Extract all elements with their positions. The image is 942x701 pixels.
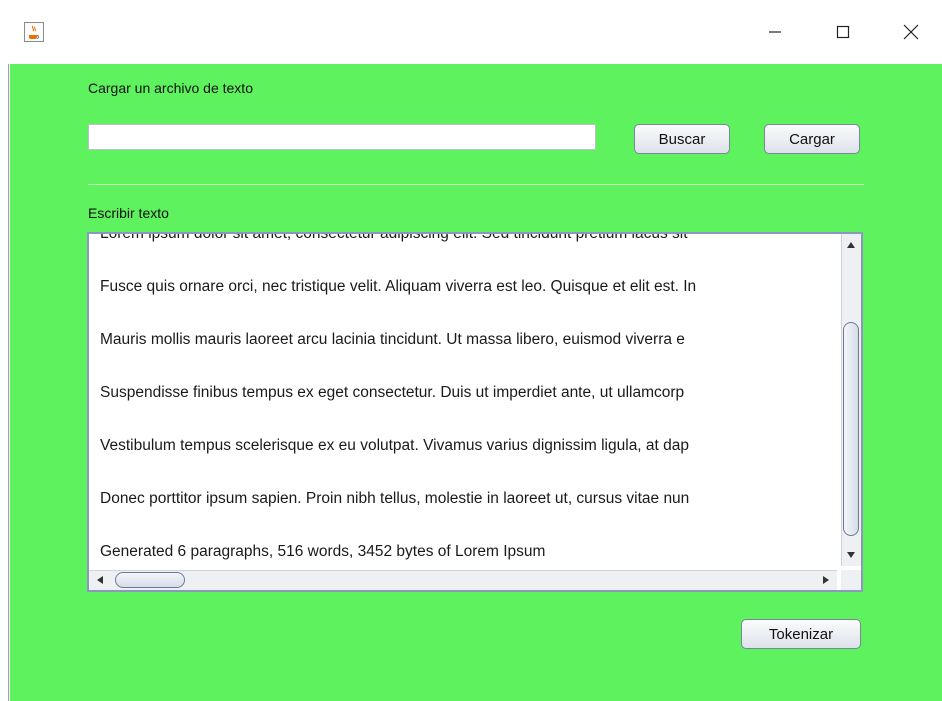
window-border-line: [8, 64, 9, 701]
text-paragraph: Fusce quis ornare orci, nec tristique ve…: [100, 278, 697, 295]
window-titlebar: [0, 0, 942, 64]
minimize-icon: [769, 31, 781, 33]
vertical-scrollbar[interactable]: [841, 234, 861, 566]
text-paragraph: Donec porttitor ipsum sapien. Proin nibh…: [100, 490, 690, 507]
close-button[interactable]: [888, 14, 934, 50]
section-separator: [88, 184, 864, 185]
vertical-scroll-thumb[interactable]: [843, 322, 859, 536]
main-panel: Cargar un archivo de texto Buscar Cargar…: [10, 64, 942, 701]
scroll-down-arrow-icon[interactable]: [842, 546, 860, 564]
scroll-left-arrow-icon[interactable]: [91, 571, 109, 589]
file-path-input[interactable]: [88, 124, 596, 150]
search-button[interactable]: Buscar: [634, 124, 730, 154]
text-paragraph: Vestibulum tempus scelerisque ex eu volu…: [100, 437, 690, 454]
text-paragraph: Mauris mollis mauris laoreet arcu lacini…: [100, 331, 685, 348]
load-file-label: Cargar un archivo de texto: [88, 80, 253, 96]
write-text-label: Escribir texto: [88, 205, 169, 221]
window-left-border: [0, 64, 10, 701]
minimize-button[interactable]: [752, 14, 798, 50]
close-icon: [903, 24, 919, 40]
scroll-right-arrow-icon[interactable]: [817, 571, 835, 589]
horizontal-scrollbar[interactable]: [89, 570, 837, 590]
text-paragraph: Generated 6 paragraphs, 516 words, 3452 …: [100, 543, 546, 560]
text-paragraph: Suspendisse finibus tempus ex eget conse…: [100, 384, 685, 401]
text-area[interactable]: Lorem ipsum dolor sit amet, consectetur …: [89, 234, 837, 566]
maximize-button[interactable]: [820, 14, 866, 50]
text-area-scroll-pane: Lorem ipsum dolor sit amet, consectetur …: [87, 232, 863, 592]
java-coffee-icon[interactable]: [24, 22, 44, 42]
load-button[interactable]: Cargar: [764, 124, 860, 154]
scroll-up-arrow-icon[interactable]: [842, 236, 860, 254]
horizontal-scroll-thumb[interactable]: [115, 572, 185, 588]
scroll-corner: [841, 570, 861, 590]
tokenize-button[interactable]: Tokenizar: [741, 619, 861, 649]
text-content: Lorem ipsum dolor sit amet, consectetur …: [100, 234, 696, 566]
maximize-icon: [836, 25, 850, 39]
text-paragraph: Lorem ipsum dolor sit amet, consectetur …: [100, 234, 696, 244]
